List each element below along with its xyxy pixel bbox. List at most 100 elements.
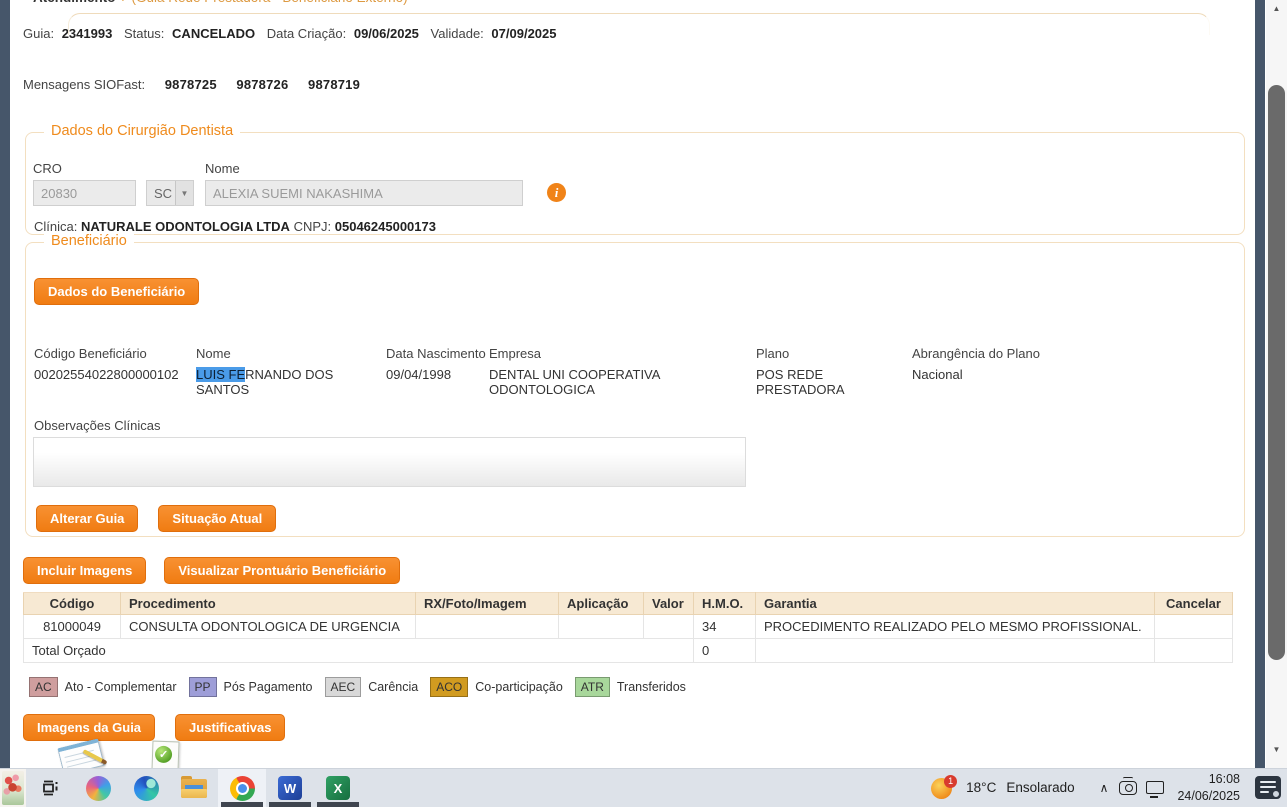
- col-hmo: H.M.O.: [693, 592, 756, 615]
- col-valor: Valor: [643, 592, 694, 615]
- word-button[interactable]: W: [266, 769, 314, 807]
- breadcrumb-current: (Guia Rede Prestadora - Beneficiário Ext…: [132, 0, 408, 5]
- left-edge-strip: [0, 0, 10, 768]
- start-icon: [43, 780, 58, 796]
- nascimento-value: 09/04/1998: [386, 367, 452, 382]
- badge-ac-label: Ato - Complementar: [64, 680, 177, 694]
- widgets-button[interactable]: [0, 768, 26, 807]
- nome-beneficiario-value: LUIS FERNANDO DOS SANTOS: [196, 367, 386, 397]
- file-explorer-icon: [181, 775, 207, 798]
- uf-select[interactable]: SC ▼: [146, 180, 194, 206]
- total-empty: [1154, 638, 1233, 663]
- cast-icon[interactable]: [1119, 776, 1138, 795]
- dentista-legend: Dados do Cirurgião Dentista: [44, 123, 241, 139]
- empresa-label: Empresa: [489, 346, 542, 361]
- notification-badge: 1: [944, 774, 958, 788]
- notification-center-icon[interactable]: [1255, 776, 1281, 799]
- badge-aec-label: Carência: [368, 680, 419, 694]
- copilot-icon: [85, 775, 111, 801]
- weather-desc: Ensolarado: [1006, 780, 1075, 795]
- incluir-imagens-button[interactable]: Incluir Imagens: [23, 557, 147, 584]
- breadcrumb-separator: ›: [122, 0, 126, 5]
- badge-pp: PP: [188, 677, 217, 697]
- weather-temp: 18°C: [966, 780, 997, 795]
- cnpj-label: CNPJ:: [293, 219, 332, 234]
- widgets-flower-icon: [2, 771, 24, 805]
- observacoes-textarea[interactable]: [33, 437, 746, 487]
- beneficiario-legend: Beneficiário: [44, 233, 134, 249]
- codigo-beneficiario-value: 00202554022800000102: [34, 367, 179, 382]
- clinica-label: Clínica:: [34, 219, 78, 234]
- col-cancelar: Cancelar: [1154, 592, 1233, 615]
- procedimentos-table: Código Procedimento RX/Foto/Imagem Aplic…: [23, 592, 1233, 663]
- chrome-button[interactable]: [218, 768, 266, 807]
- cell-aplicacao: [558, 614, 644, 639]
- breadcrumb: Atendimento › (Guia Rede Prestadora - Bene…: [33, 0, 408, 5]
- page-scrollbar[interactable]: ▲ ▼: [1266, 0, 1287, 768]
- beneficiario-fieldset: Beneficiário Dados do Beneficiário Códig…: [25, 233, 1245, 537]
- cell-valor: [643, 614, 694, 639]
- scrollbar-up-arrow-icon[interactable]: ▲: [1266, 0, 1287, 16]
- weather-text[interactable]: 18°C Ensolarado: [966, 780, 1074, 795]
- col-codigo: Código: [23, 592, 121, 615]
- mensagem-number: 9878726: [236, 77, 289, 92]
- justificativas-button[interactable]: Justificativas: [175, 714, 286, 741]
- breadcrumb-atendimento[interactable]: Atendimento: [33, 0, 116, 5]
- alterar-guia-button[interactable]: Alterar Guia: [36, 505, 139, 532]
- weather-button[interactable]: 1: [931, 774, 958, 801]
- abrangencia-value: Nacional: [912, 367, 963, 382]
- start-button[interactable]: [26, 769, 74, 807]
- nome-dentista-input[interactable]: ALEXIA SUEMI NAKASHIMA: [205, 180, 523, 206]
- document-check-icon[interactable]: ✓: [151, 740, 180, 772]
- excel-button[interactable]: X: [314, 769, 362, 807]
- cell-procedimento: CONSULTA ODONTOLOGICA DE URGENCIA: [120, 614, 416, 639]
- imagens-guia-button[interactable]: Imagens da Guia: [23, 714, 156, 741]
- scrollbar-thumb[interactable]: [1268, 85, 1285, 660]
- empresa-value: DENTAL UNI COOPERATIVA ODONTOLOGICA: [489, 367, 660, 397]
- network-icon[interactable]: [1146, 781, 1165, 798]
- codigo-beneficiario-label: Código Beneficiário: [34, 346, 147, 361]
- chevron-down-icon[interactable]: ▼: [175, 181, 193, 205]
- right-edge-strip: [1255, 0, 1265, 768]
- cell-cancelar: [1154, 614, 1233, 639]
- plano-value: POS REDE PRESTADORA: [756, 367, 845, 397]
- edge-button[interactable]: [122, 769, 170, 807]
- attachment-thumbnails: ✓: [10, 738, 1255, 776]
- copilot-button[interactable]: [74, 769, 122, 807]
- info-icon[interactable]: i: [547, 183, 566, 202]
- uf-select-value: SC: [154, 185, 173, 201]
- nome-dentista-label: Nome: [205, 161, 240, 176]
- clinica-value: NATURALE ODONTOLOGIA LTDA: [80, 219, 290, 234]
- green-check-icon: ✓: [154, 745, 173, 764]
- clock[interactable]: 16:08 24/06/2025: [1177, 771, 1240, 804]
- total-row: Total Orçado 0: [23, 638, 1233, 663]
- col-rx-foto-imagem: RX/Foto/Imagem: [415, 592, 559, 615]
- mensagens-siofast: Mensagens SIOFast: 9878725 9878726 98787…: [23, 77, 1255, 92]
- cell-hmo: 34: [693, 614, 756, 639]
- tray-chevron-up-icon[interactable]: ∧: [1100, 781, 1109, 795]
- cnpj-value: 05046245000173: [334, 219, 436, 234]
- dados-beneficiario-button[interactable]: Dados do Beneficiário: [34, 278, 200, 305]
- cro-label: CRO: [33, 161, 62, 176]
- badge-pp-label: Pós Pagamento: [223, 680, 313, 694]
- cro-input[interactable]: 20830: [33, 180, 136, 206]
- mensagem-number: 9878725: [164, 77, 217, 92]
- scrollbar-down-arrow-icon[interactable]: ▼: [1266, 741, 1287, 757]
- situacao-atual-button[interactable]: Situação Atual: [158, 505, 277, 532]
- file-explorer-button[interactable]: [170, 769, 218, 807]
- edge-icon: [133, 775, 159, 801]
- total-empty: [755, 638, 1155, 663]
- total-value: 0: [693, 638, 756, 663]
- badge-aec: AEC: [324, 677, 362, 697]
- nome-beneficiario-label: Nome: [196, 346, 231, 361]
- visualizar-prontuario-button[interactable]: Visualizar Prontuário Beneficiário: [164, 557, 401, 584]
- dentista-fieldset: Dados do Cirurgião Dentista CRO 20830 SC…: [25, 123, 1245, 235]
- abrangencia-label: Abrangência do Plano: [912, 346, 1040, 361]
- cell-garantia: PROCEDIMENTO REALIZADO PELO MESMO PROFIS…: [755, 614, 1155, 639]
- badge-aco: ACO: [430, 677, 469, 697]
- badge-atr: ATR: [574, 677, 610, 697]
- badge-ac: AC: [29, 677, 58, 697]
- clinica-line: Clínica: NATURALE ODONTOLOGIA LTDA CNPJ:…: [34, 219, 1244, 234]
- selected-text: LUIS FE: [196, 367, 246, 382]
- col-garantia: Garantia: [755, 592, 1155, 615]
